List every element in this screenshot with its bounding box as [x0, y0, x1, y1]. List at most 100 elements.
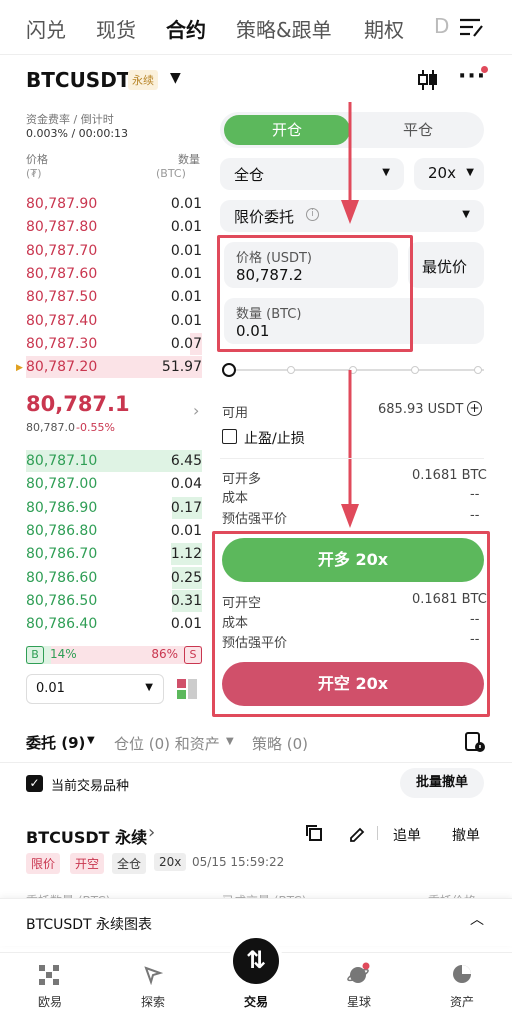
cancel-all-button[interactable]: 批量撤单 [400, 768, 484, 798]
bid-row[interactable]: 80,786.60 0.25 [26, 566, 202, 589]
order-history-icon[interactable] [464, 731, 486, 753]
copy-icon[interactable] [305, 824, 323, 842]
tab-spot[interactable]: 现货 [96, 14, 136, 43]
divider [0, 762, 512, 763]
cancel-order-button[interactable]: 撤单 [452, 825, 480, 845]
ask-row[interactable]: 80,787.40 0.01 [26, 310, 202, 332]
tpsl-checkbox[interactable] [222, 429, 237, 444]
order-type-value: 限价委托 [234, 208, 295, 226]
slider-step[interactable] [411, 366, 419, 374]
tab-futures[interactable]: 合约 [166, 14, 206, 43]
bid-row[interactable]: 80,787.10 6.45 [26, 450, 202, 472]
best-price-button[interactable]: 最优价 [408, 242, 484, 288]
leverage-select[interactable]: 20x ▼ [414, 158, 484, 190]
ask-row[interactable]: 80,787.80 0.01 [26, 216, 202, 238]
edit-icon[interactable] [348, 824, 366, 842]
info-icon[interactable]: i [306, 208, 319, 221]
tab-options[interactable]: 期权 [364, 14, 404, 43]
book-qty: 0.01 [170, 219, 202, 236]
available-label: 可用 [222, 406, 249, 421]
book-qty: 6.45 [170, 453, 202, 469]
okx-home-icon[interactable] [39, 965, 59, 985]
menu-edit-icon[interactable] [458, 16, 484, 38]
tab-strategy[interactable]: 策略&跟单 [236, 14, 332, 43]
tab-positions[interactable]: 仓位 (0) 和资产 [114, 733, 220, 754]
bid-row[interactable]: 80,787.00 0.04 [26, 473, 202, 495]
nav-planet[interactable]: 星球 [309, 993, 409, 1010]
ask-row[interactable]: 80,787.70 0.01 [26, 240, 202, 262]
chevron-down-icon: ▼ [382, 167, 390, 178]
book-price: 80,786.80 [26, 522, 98, 539]
can-open-long-label: 可开多 [222, 472, 262, 487]
order-symbol[interactable]: BTCUSDT 永续 [26, 824, 147, 848]
order-tag-margin: 全仓 [112, 853, 147, 874]
tab-strategy-orders[interactable]: 策略 (0) [252, 733, 308, 754]
book-price: 80,787.80 [26, 219, 98, 236]
order-tag-side: 开空 [70, 853, 105, 874]
transfer-plus-icon[interactable]: + [467, 401, 482, 416]
book-price: 80,787.70 [26, 242, 98, 259]
tab-entrust[interactable]: 委托 (9) [26, 732, 85, 753]
candlestick-chart-icon[interactable] [416, 68, 440, 92]
ask-row[interactable]: 80,787.20 51.97 [26, 356, 202, 379]
slider-step[interactable] [474, 366, 482, 374]
divider [0, 54, 512, 55]
depth-value: 0.01 [36, 681, 65, 696]
book-price: 80,787.00 [26, 476, 98, 493]
assets-pie-icon[interactable] [452, 964, 472, 984]
tab-more[interactable]: D [434, 14, 449, 38]
ask-row[interactable]: 80,787.30 0.07 [26, 332, 202, 355]
buy-badge: B [26, 646, 44, 664]
order-tag-leverage: 20x [154, 853, 187, 871]
funding-label: 资金费率 / 倒计时 [26, 113, 114, 126]
tab-close-position[interactable]: 平仓 [356, 115, 480, 145]
slider-handle[interactable] [222, 363, 236, 377]
chevron-down-icon[interactable]: ▼ [170, 70, 181, 86]
tab-open-position[interactable]: 开仓 [224, 115, 350, 145]
ask-row[interactable]: 80,787.60 0.01 [26, 263, 202, 285]
sell-percent: 86% [151, 647, 178, 661]
slider-step[interactable] [287, 366, 295, 374]
separator [377, 826, 378, 840]
ask-row[interactable]: 80,787.90 0.01 [26, 193, 202, 215]
divider [220, 458, 484, 459]
bid-row[interactable]: 80,786.70 1.12 [26, 543, 202, 566]
can-open-long-value: 0.1681 BTC [412, 468, 487, 483]
nav-home[interactable]: 欧易 [0, 993, 100, 1010]
chevron-up-icon: ︿ [470, 912, 484, 928]
chevron-down-icon[interactable]: ▼ [87, 735, 95, 746]
book-price: 80,787.30 [26, 335, 98, 352]
book-price: 80,786.50 [26, 592, 98, 609]
book-layout-icon[interactable] [176, 678, 198, 700]
bid-row[interactable]: 80,786.50 0.31 [26, 589, 202, 612]
book-qty: 51.97 [161, 359, 202, 376]
planet-icon[interactable] [347, 962, 371, 986]
chevron-down-icon[interactable]: ▼ [226, 736, 234, 747]
current-symbol-checkbox[interactable]: ✓ [26, 775, 43, 792]
compass-icon[interactable] [143, 965, 163, 985]
current-symbol-label: 当前交易品种 [51, 779, 130, 794]
bid-row[interactable]: 80,786.90 0.17 [26, 496, 202, 519]
tab-flash-swap[interactable]: 闪兑 [26, 14, 66, 43]
nav-assets[interactable]: 资产 [412, 993, 512, 1010]
perpetual-badge: 永续 [128, 70, 158, 90]
ask-row[interactable]: 80,787.50 0.01 [26, 286, 202, 308]
buy-percent: 14% [50, 647, 77, 661]
leverage-value: 20x [428, 164, 456, 182]
notification-dot [481, 66, 488, 73]
chevron-right-icon[interactable]: › [193, 401, 199, 420]
depth-select[interactable]: 0.01 ▼ [26, 674, 164, 704]
bid-row[interactable]: 80,786.40 0.01 [26, 613, 202, 635]
margin-mode-select[interactable]: 全仓 ▼ [220, 158, 404, 190]
bid-row[interactable]: 80,786.80 0.01 [26, 520, 202, 542]
long-liq-value: -- [470, 508, 480, 523]
add-order-button[interactable]: 追单 [393, 825, 421, 845]
chevron-right-icon[interactable]: › [148, 822, 155, 843]
trade-icon[interactable]: ⇅ [229, 934, 283, 988]
nav-explore[interactable]: 探索 [103, 993, 203, 1010]
book-price: 80,787.90 [26, 196, 98, 212]
symbol-name[interactable]: BTCUSDT [26, 68, 130, 92]
nav-trade[interactable]: 交易 [206, 993, 306, 1010]
book-price: 80,787.60 [26, 265, 98, 282]
book-qty: 0.07 [170, 335, 202, 352]
